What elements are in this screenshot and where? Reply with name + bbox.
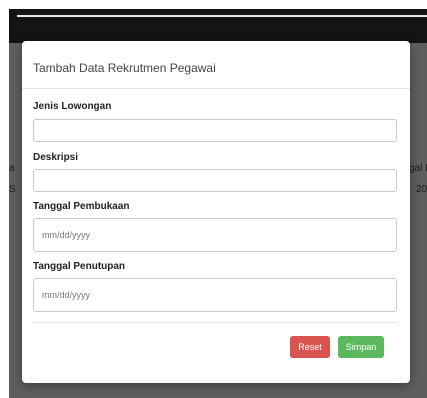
job-type-label: Jenis Lowongan bbox=[33, 101, 112, 112]
modal-title: Tambah Data Rekrutmen Pegawai bbox=[33, 61, 216, 75]
opening-date-group: Tanggal Pembukaan bbox=[33, 201, 397, 252]
background-table-text: S bbox=[9, 184, 16, 195]
description-label: Deskripsi bbox=[33, 152, 79, 163]
background-table-text: gal P bbox=[409, 163, 427, 174]
description-input[interactable] bbox=[33, 169, 397, 192]
modal-header: Tambah Data Rekrutmen Pegawai bbox=[22, 41, 410, 89]
opening-date-input[interactable] bbox=[33, 218, 397, 252]
navbar bbox=[9, 9, 427, 43]
closing-date-label: Tanggal Penutupan bbox=[33, 261, 126, 272]
job-type-input[interactable] bbox=[33, 119, 397, 142]
modal-footer-divider bbox=[33, 322, 397, 323]
job-type-group: Jenis Lowongan bbox=[33, 101, 397, 142]
opening-date-label: Tanggal Pembukaan bbox=[33, 201, 130, 212]
closing-date-input[interactable] bbox=[33, 278, 397, 312]
save-button[interactable]: Simpan bbox=[338, 336, 384, 358]
description-group: Deskripsi bbox=[33, 152, 397, 192]
background-table-text: a bbox=[9, 163, 15, 174]
background-table-text: 20 bbox=[416, 184, 427, 195]
screen: a S gal P 20 Tambah Data Rekrutmen Pegaw… bbox=[0, 0, 427, 398]
add-recruitment-modal: Tambah Data Rekrutmen Pegawai Jenis Lowo… bbox=[22, 41, 410, 383]
navbar-divider bbox=[17, 15, 427, 17]
reset-button[interactable]: Reset bbox=[290, 336, 330, 358]
closing-date-group: Tanggal Penutupan bbox=[33, 261, 397, 312]
